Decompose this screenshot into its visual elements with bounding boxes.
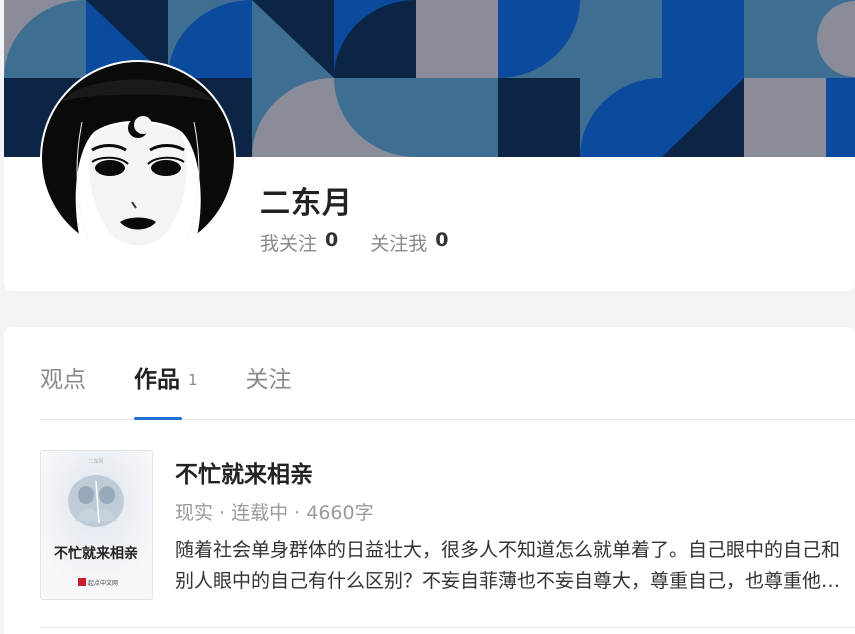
cover-publisher: 起点中文网 (88, 579, 118, 587)
followers-stat[interactable]: 关注我 0 (370, 229, 448, 256)
tab-works[interactable]: 作品 1 (134, 327, 198, 420)
tab-opinions[interactable]: 观点 (40, 327, 86, 419)
followers-count: 0 (435, 229, 449, 251)
follow-stats: 我关注 0 关注我 0 (260, 229, 449, 256)
following-count: 0 (325, 229, 339, 251)
tab-following[interactable]: 关注 (246, 327, 292, 419)
tab-label: 作品 (134, 367, 180, 393)
book-cover[interactable]: 二东月 不忙就来相亲 起点中文网 (40, 450, 153, 600)
following-stat[interactable]: 我关注 0 (260, 229, 338, 256)
tab-label: 观点 (40, 367, 86, 393)
tab-count: 1 (188, 371, 198, 389)
work-title[interactable]: 不忙就来相亲 (175, 455, 313, 489)
user-avatar[interactable] (40, 60, 236, 256)
cover-title: 不忙就来相亲 (54, 545, 138, 562)
work-meta: 现实 · 连载中 · 4660字 (175, 502, 374, 524)
user-name: 二东月 (260, 186, 353, 221)
work-list-item[interactable]: 二东月 不忙就来相亲 起点中文网 不忙就来相亲 现实 · 连载中 · 4660字… (40, 450, 855, 628)
profile-tabs: 观点 作品 1 关注 (40, 327, 855, 420)
profile-card: 二东月 我关注 0 关注我 0 (4, 0, 855, 291)
content-card: 观点 作品 1 关注 二东月 不忙就来相亲 起点中文网 不忙就来相亲 现实 · … (4, 327, 855, 634)
following-label: 我关注 (260, 233, 318, 255)
work-description: 随着社会单身群体的日益壮大，很多人不知道怎么就单着了。自己眼中的自己和别人眼中的… (175, 539, 841, 592)
cover-author: 二东月 (88, 458, 103, 465)
followers-label: 关注我 (370, 233, 428, 255)
tab-label: 关注 (245, 367, 292, 393)
